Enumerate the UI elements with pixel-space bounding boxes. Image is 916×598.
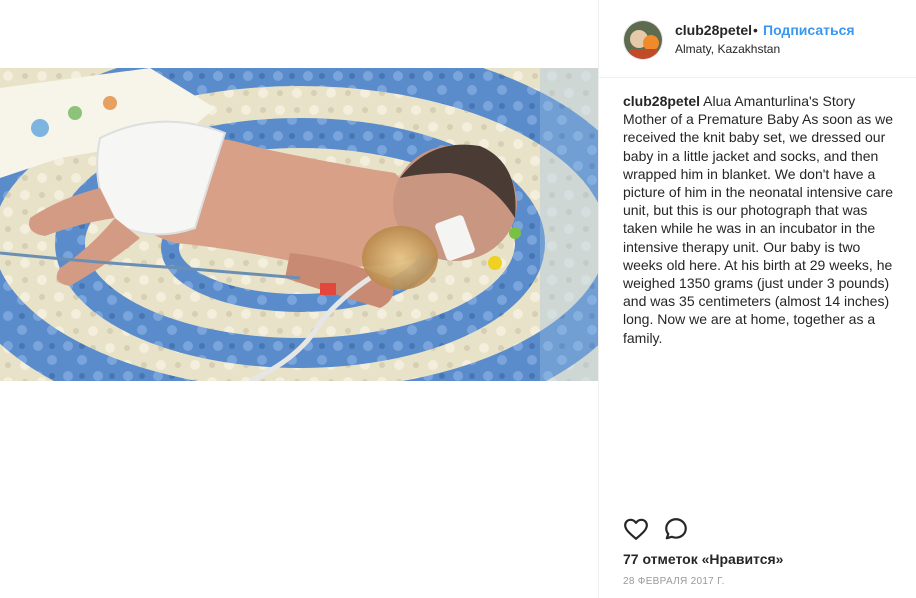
avatar[interactable]	[623, 20, 663, 60]
baby-photo-illustration	[0, 68, 598, 381]
comment-button[interactable]	[663, 516, 691, 544]
caption-text: Alua Amanturlina's Story Mother of a Pre…	[623, 93, 894, 346]
follow-button[interactable]: Подписаться	[763, 22, 855, 38]
post-photo[interactable]	[0, 68, 598, 381]
post-header: club28petel • Подписаться Almaty, Kazakh…	[599, 0, 916, 78]
comment-bubble-icon	[665, 518, 687, 540]
avatar-photo-icon	[624, 21, 662, 59]
post-side-panel: club28petel • Подписаться Almaty, Kazakh…	[598, 0, 916, 598]
header-separator: •	[753, 22, 758, 38]
location-link[interactable]: Almaty, Kazakhstan	[675, 42, 780, 56]
post-date[interactable]: 28 февраля 2017 г.	[623, 576, 725, 587]
caption-username-link[interactable]: club28petel	[623, 93, 700, 109]
header-username-link[interactable]: club28petel	[675, 22, 752, 38]
post-caption: club28petel Alua Amanturlina's Story Mot…	[623, 92, 899, 347]
like-button[interactable]	[623, 516, 651, 544]
likes-count[interactable]: 77 отметок «Нравится»	[623, 551, 783, 567]
media-column	[0, 0, 598, 598]
heart-icon	[624, 518, 648, 540]
